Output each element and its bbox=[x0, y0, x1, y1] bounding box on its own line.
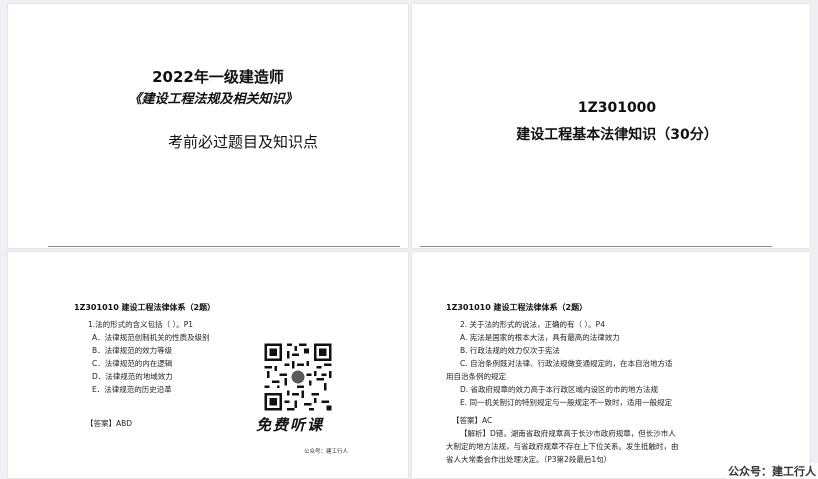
watermark-text: 公众号：建工行人 bbox=[726, 463, 818, 479]
option-c-continued: 用自治条例的规定 bbox=[446, 372, 506, 381]
part-code: 1Z301000 bbox=[577, 100, 657, 116]
option-a: A. 宪法是国家的根本大法，具有最高的法律效力 bbox=[460, 333, 620, 342]
cover-subtitle: 考前必过题目及知识点 bbox=[167, 133, 318, 151]
part-title-page: 1Z301000 建设工程基本法律知识（30分） bbox=[412, 4, 810, 248]
question-text: 2. 关于法的形式的说法，正确的有（ ）。P4 bbox=[460, 320, 605, 329]
cover-page: 2022年一级建造师 《建设工程法规及相关知识》 考前必过题目及知识点 bbox=[8, 4, 408, 248]
qr-code-icon bbox=[262, 341, 334, 413]
option-b: B．法律规范的效力等级 bbox=[92, 346, 173, 355]
cover-book-title: 《建设工程法规及相关知识》 bbox=[128, 92, 298, 107]
option-d: D. 省政府规章的效力高于本行政区域内设区的市的地方法规 bbox=[460, 385, 659, 394]
answer-text: 【答案】ABD bbox=[86, 419, 133, 428]
option-b: B. 行政法规的效力仅次于宪法 bbox=[460, 346, 560, 355]
explanation-line-2: 大制定的地方法规，与省政府规章不存在上下位关系。发生抵触时，由 bbox=[446, 442, 679, 451]
question-text: 1.法的形式的含义包括（ ）。P1 bbox=[88, 320, 194, 329]
option-d: D．法律规范的地域效力 bbox=[92, 372, 173, 381]
explanation-line-3: 省人大常委会作出处理决定。（P3第2段最后1句） bbox=[446, 455, 612, 464]
divider-line bbox=[420, 246, 772, 247]
cover-year-title: 2022年一级建造师 bbox=[152, 68, 284, 86]
credit-text: 公众号：建工行人 bbox=[304, 449, 349, 455]
free-listen-text: 免费听课 bbox=[256, 416, 325, 434]
explanation-line-1: 【解析】D错，湖南省政府规章高于长沙市政府规章，但长沙市人 bbox=[460, 429, 676, 438]
option-e: E．法律规范的历史沿革 bbox=[92, 385, 172, 394]
divider-line bbox=[48, 246, 400, 247]
part-title: 建设工程基本法律知识（30分） bbox=[516, 127, 718, 143]
option-a: A．法律规范创制机关的性质及级别 bbox=[92, 333, 210, 342]
question-page-1: 1Z301010 建设工程法律体系（2题） 1.法的形式的含义包括（ ）。P1 … bbox=[8, 252, 408, 478]
option-c: C．法律规范的内在逻辑 bbox=[92, 359, 173, 368]
section-heading: 1Z301010 建设工程法律体系（2题） bbox=[74, 303, 216, 312]
option-e: E. 同一机关制订的特别规定与一般规定不一致时，适用一般规定 bbox=[460, 398, 673, 407]
question-page-2: 1Z301010 建设工程法律体系（2题） 2. 关于法的形式的说法，正确的有（… bbox=[412, 252, 810, 478]
option-c: C. 自治条例既对法律、行政法规做变通规定的，在本自治地方适 bbox=[460, 359, 673, 368]
section-heading: 1Z301010 建设工程法律体系（2题） bbox=[446, 303, 588, 312]
answer-text: 【答案】AC bbox=[452, 416, 493, 425]
